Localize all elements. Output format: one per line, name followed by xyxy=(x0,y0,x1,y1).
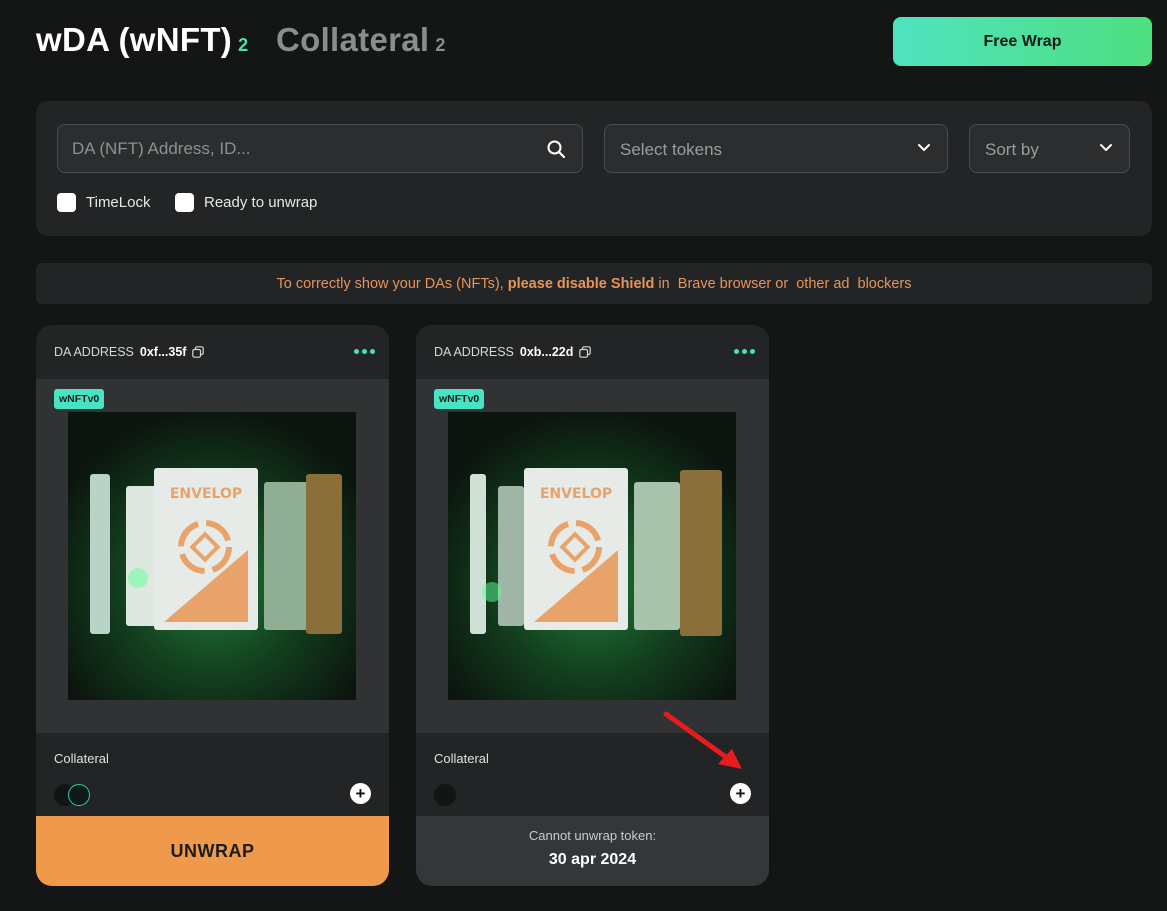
tab-collateral-count: 2 xyxy=(435,35,446,55)
da-address: DA ADDRESS 0xf...35f xyxy=(54,345,205,359)
token-icon xyxy=(434,784,456,806)
envelop-logo-text: ENVELOP xyxy=(170,486,242,502)
annotation-arrow-icon xyxy=(663,711,742,769)
envelop-token-icon xyxy=(68,784,90,806)
chevron-down-icon xyxy=(918,144,930,151)
more-options-icon[interactable] xyxy=(354,349,375,354)
wnft-version-badge: wNFTv0 xyxy=(54,389,105,409)
chevron-down-icon xyxy=(1100,144,1112,151)
sort-by-label: Sort by xyxy=(985,140,1039,159)
ready-to-unwrap-checkbox[interactable] xyxy=(175,193,194,212)
copy-icon[interactable] xyxy=(192,346,205,358)
select-tokens-dropdown[interactable]: Select tokens xyxy=(604,124,948,173)
notice-text-1: To correctly show your DAs (NFTs), xyxy=(276,275,508,292)
wnft-version-badge: wNFTv0 xyxy=(434,389,485,409)
timelock-checkbox[interactable] xyxy=(57,193,76,212)
unlock-date: 30 apr 2024 xyxy=(548,851,637,868)
card-media: wNFTv0 ENVELOP xyxy=(36,379,389,733)
unwrap-button[interactable]: UNWRAP xyxy=(36,816,389,886)
adblock-notice: To correctly show your DAs (NFTs), pleas… xyxy=(36,263,1152,304)
search-input[interactable] xyxy=(72,125,532,172)
da-address-label: DA ADDRESS xyxy=(434,345,514,359)
wnft-card: DA ADDRESS 0xb...22d wNFTv0 ENVELOP Coll… xyxy=(416,325,769,886)
page-header: wDA (wNFT) 2 Collateral 2 Free Wrap xyxy=(36,16,1152,68)
unwrap-locked-notice: Cannot unwrap token: 30 apr 2024 xyxy=(416,816,769,886)
wnft-card: DA ADDRESS 0xf...35f wNFTv0 ENVELOP Coll… xyxy=(36,325,389,886)
tab-wda-wnft[interactable]: wDA (wNFT) 2 xyxy=(36,21,248,59)
card-media: wNFTv0 ENVELOP xyxy=(416,379,769,733)
collateral-label: Collateral xyxy=(54,751,109,766)
ready-to-unwrap-filter[interactable]: Ready to unwrap xyxy=(175,193,317,212)
envelop-nft-image: ENVELOP xyxy=(448,412,736,700)
notice-text-2: in Brave browser or other ad blockers xyxy=(654,275,912,292)
search-icon[interactable] xyxy=(546,139,566,159)
timelock-filter[interactable]: TimeLock xyxy=(57,193,150,212)
search-box xyxy=(57,124,583,173)
da-address-label: DA ADDRESS xyxy=(54,345,134,359)
notice-text-bold: please disable Shield xyxy=(507,275,655,292)
sort-by-dropdown[interactable]: Sort by xyxy=(969,124,1130,173)
collateral-label: Collateral xyxy=(434,751,489,766)
collateral-tokens xyxy=(54,784,90,806)
collateral-section: Collateral + xyxy=(36,733,389,816)
tab-wda-label: wDA (wNFT) xyxy=(36,21,233,58)
add-collateral-button[interactable]: + xyxy=(730,783,751,804)
da-address-value: 0xb...22d xyxy=(519,345,574,359)
filter-panel: Select tokens Sort by TimeLock Ready to … xyxy=(36,101,1152,236)
tab-collateral-label: Collateral xyxy=(276,21,430,58)
card-header: DA ADDRESS 0xb...22d xyxy=(416,325,769,379)
timelock-label: TimeLock xyxy=(86,194,151,211)
more-options-icon[interactable] xyxy=(734,349,755,354)
select-tokens-label: Select tokens xyxy=(620,140,723,159)
envelop-nft-image: ENVELOP xyxy=(68,412,356,700)
card-header: DA ADDRESS 0xf...35f xyxy=(36,325,389,379)
copy-icon[interactable] xyxy=(579,346,592,358)
da-address-value: 0xf...35f xyxy=(139,345,187,359)
da-address: DA ADDRESS 0xb...22d xyxy=(434,345,592,359)
envelop-logo-text: ENVELOP xyxy=(540,486,612,502)
locked-label: Cannot unwrap token: xyxy=(528,828,657,843)
free-wrap-button[interactable]: Free Wrap xyxy=(893,17,1152,66)
collateral-tokens xyxy=(434,784,456,806)
add-collateral-button[interactable]: + xyxy=(350,783,371,804)
tab-wda-count: 2 xyxy=(238,35,249,55)
tab-collateral[interactable]: Collateral 2 xyxy=(276,21,446,59)
ready-to-unwrap-label: Ready to unwrap xyxy=(204,194,318,211)
